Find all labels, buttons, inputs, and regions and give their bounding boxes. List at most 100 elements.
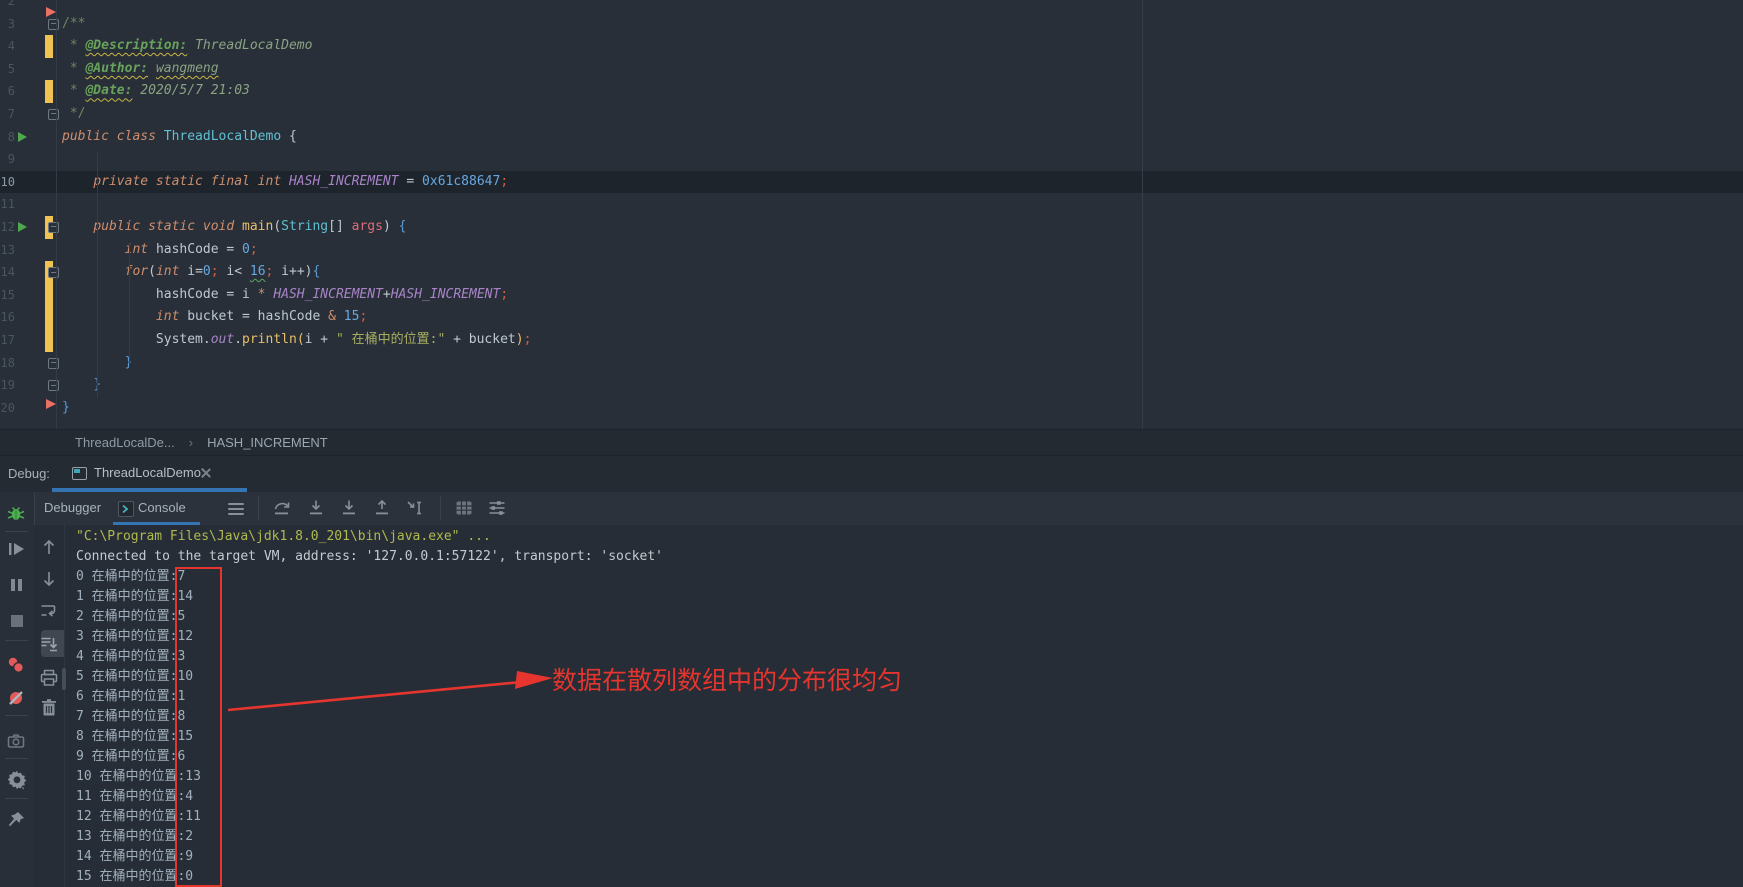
divider	[5, 758, 28, 759]
vcs-change-marker	[45, 80, 53, 103]
code-line[interactable]: 12 public static void main(String[] args…	[0, 216, 1743, 239]
code-line[interactable]: 13 int hashCode = 0;	[0, 239, 1743, 262]
code-text: /**	[62, 13, 85, 36]
code-line[interactable]: 14 for(int i=0; i< 16; i++){	[0, 261, 1743, 284]
code-line[interactable]: 17 System.out.println(i + " 在桶中的位置:" + b…	[0, 329, 1743, 352]
console-line: 8 在桶中的位置:15	[76, 727, 663, 747]
code-line[interactable]: 15 hashCode = i * HASH_INCREMENT+HASH_IN…	[0, 284, 1743, 307]
code-editor[interactable]: 23/**4 * @Description: ThreadLocalDemo5 …	[0, 0, 1743, 430]
up-stack-icon[interactable]	[39, 537, 59, 557]
console-line: 3 在桶中的位置:12	[76, 627, 663, 647]
code-line[interactable]: 20}	[0, 397, 1743, 420]
line-number: 19	[0, 374, 15, 397]
step-over-icon[interactable]	[272, 498, 292, 518]
divider	[5, 640, 28, 641]
debug-session-tab-label: ThreadLocalDemo	[94, 456, 201, 490]
console-line: 15 在桶中的位置:0	[76, 867, 663, 887]
code-text: private static final int HASH_INCREMENT …	[62, 171, 508, 194]
line-number: 20	[0, 397, 15, 420]
debug-label: Debug:	[8, 456, 50, 492]
scroll-to-end-icon[interactable]	[39, 634, 59, 654]
console-line: "C:\Program Files\Java\jdk1.8.0_201\bin\…	[76, 527, 663, 547]
code-line[interactable]: 11	[0, 193, 1743, 216]
line-number: 7	[0, 103, 15, 126]
breadcrumb-separator: ›	[189, 430, 193, 455]
debug-session-tab[interactable]: ThreadLocalDemo	[52, 456, 247, 492]
stop-icon[interactable]	[7, 611, 27, 631]
vcs-change-marker	[45, 35, 53, 58]
mute-breakpoints-icon[interactable]	[6, 688, 26, 708]
annotation-rectangle	[175, 567, 222, 887]
soft-wrap-icon[interactable]	[39, 601, 59, 621]
pin-icon[interactable]	[6, 810, 26, 830]
code-line[interactable]: 2	[0, 0, 1743, 13]
code-text: System.out.println(i + " 在桶中的位置:" + buck…	[62, 329, 531, 352]
code-line[interactable]: 9	[0, 148, 1743, 171]
indent-guide	[97, 152, 98, 398]
line-number: 4	[0, 35, 15, 58]
console-line: 1 在桶中的位置:14	[76, 587, 663, 607]
code-text: int bucket = hashCode & 15;	[62, 306, 367, 329]
scrollbar-thumb[interactable]	[62, 668, 66, 690]
close-icon[interactable]	[200, 467, 212, 479]
snapshot-icon[interactable]	[6, 731, 26, 751]
code-line[interactable]: 4 * @Description: ThreadLocalDemo	[0, 35, 1743, 58]
fold-marker-icon[interactable]	[48, 19, 59, 30]
fold-marker-icon[interactable]	[48, 109, 59, 120]
code-text: public static void main(String[] args) {	[62, 216, 406, 239]
line-number: 9	[0, 148, 15, 171]
line-number: 13	[0, 239, 15, 262]
code-line[interactable]: 8public class ThreadLocalDemo {	[0, 126, 1743, 149]
code-line[interactable]: 6 * @Date: 2020/5/7 21:03	[0, 80, 1743, 103]
evaluate-expression-icon[interactable]	[454, 498, 474, 518]
debug-left-toolbar	[0, 492, 34, 887]
view-breakpoints-icon[interactable]	[6, 655, 26, 675]
debug-console-icon	[72, 467, 87, 480]
breadcrumb-file[interactable]: ThreadLocalDe...	[75, 430, 175, 455]
bookmark-icon[interactable]	[46, 399, 56, 409]
code-line[interactable]: 3/**	[0, 13, 1743, 36]
line-number: 10	[0, 171, 15, 194]
run-icon[interactable]	[18, 222, 27, 232]
run-to-cursor-icon[interactable]	[405, 498, 425, 518]
code-line[interactable]: 5 * @Author: wangmeng	[0, 58, 1743, 81]
code-text: public class ThreadLocalDemo {	[62, 126, 297, 149]
force-step-into-icon[interactable]	[339, 498, 359, 518]
console-line: Connected to the target VM, address: '12…	[76, 547, 663, 567]
console-line: 2 在桶中的位置:5	[76, 607, 663, 627]
step-out-icon[interactable]	[372, 498, 392, 518]
print-icon[interactable]	[39, 668, 59, 688]
tab-debugger[interactable]: Debugger	[44, 492, 101, 524]
run-icon[interactable]	[18, 132, 27, 142]
bookmark-icon[interactable]	[46, 7, 56, 17]
code-line[interactable]: 19 }	[0, 374, 1743, 397]
code-line[interactable]: 10 private static final int HASH_INCREME…	[0, 171, 1743, 194]
console-output[interactable]: "C:\Program Files\Java\jdk1.8.0_201\bin\…	[65, 525, 1743, 887]
breadcrumb-member[interactable]: HASH_INCREMENT	[207, 430, 328, 455]
fold-marker-icon[interactable]	[48, 358, 59, 369]
pause-icon[interactable]	[7, 575, 27, 595]
line-number: 17	[0, 329, 15, 352]
code-line[interactable]: 7 */	[0, 103, 1743, 126]
tab-console[interactable]: Console	[138, 492, 186, 524]
vcs-change-marker	[45, 306, 53, 329]
layout-settings-icon[interactable]	[487, 498, 507, 518]
fold-marker-icon[interactable]	[48, 380, 59, 391]
fold-marker-icon[interactable]	[48, 267, 59, 278]
code-text: * @Date: 2020/5/7 21:03	[62, 80, 250, 103]
breadcrumb: ThreadLocalDe... › HASH_INCREMENT	[0, 430, 1743, 456]
code-line[interactable]: 16 int bucket = hashCode & 15;	[0, 306, 1743, 329]
more-options-icon[interactable]	[228, 502, 244, 515]
resume-icon[interactable]	[7, 539, 27, 559]
line-number: 12	[0, 216, 15, 239]
fold-marker-icon[interactable]	[48, 222, 59, 233]
down-stack-icon[interactable]	[39, 569, 59, 589]
rerun-debug-icon[interactable]	[6, 503, 26, 523]
settings-icon[interactable]	[6, 769, 26, 789]
line-number: 15	[0, 284, 15, 307]
line-number: 6	[0, 80, 15, 103]
step-into-icon[interactable]	[306, 498, 326, 518]
clear-all-icon[interactable]	[39, 698, 59, 718]
code-line[interactable]: 18 }	[0, 352, 1743, 375]
code-lines[interactable]: 23/**4 * @Description: ThreadLocalDemo5 …	[0, 0, 1743, 419]
